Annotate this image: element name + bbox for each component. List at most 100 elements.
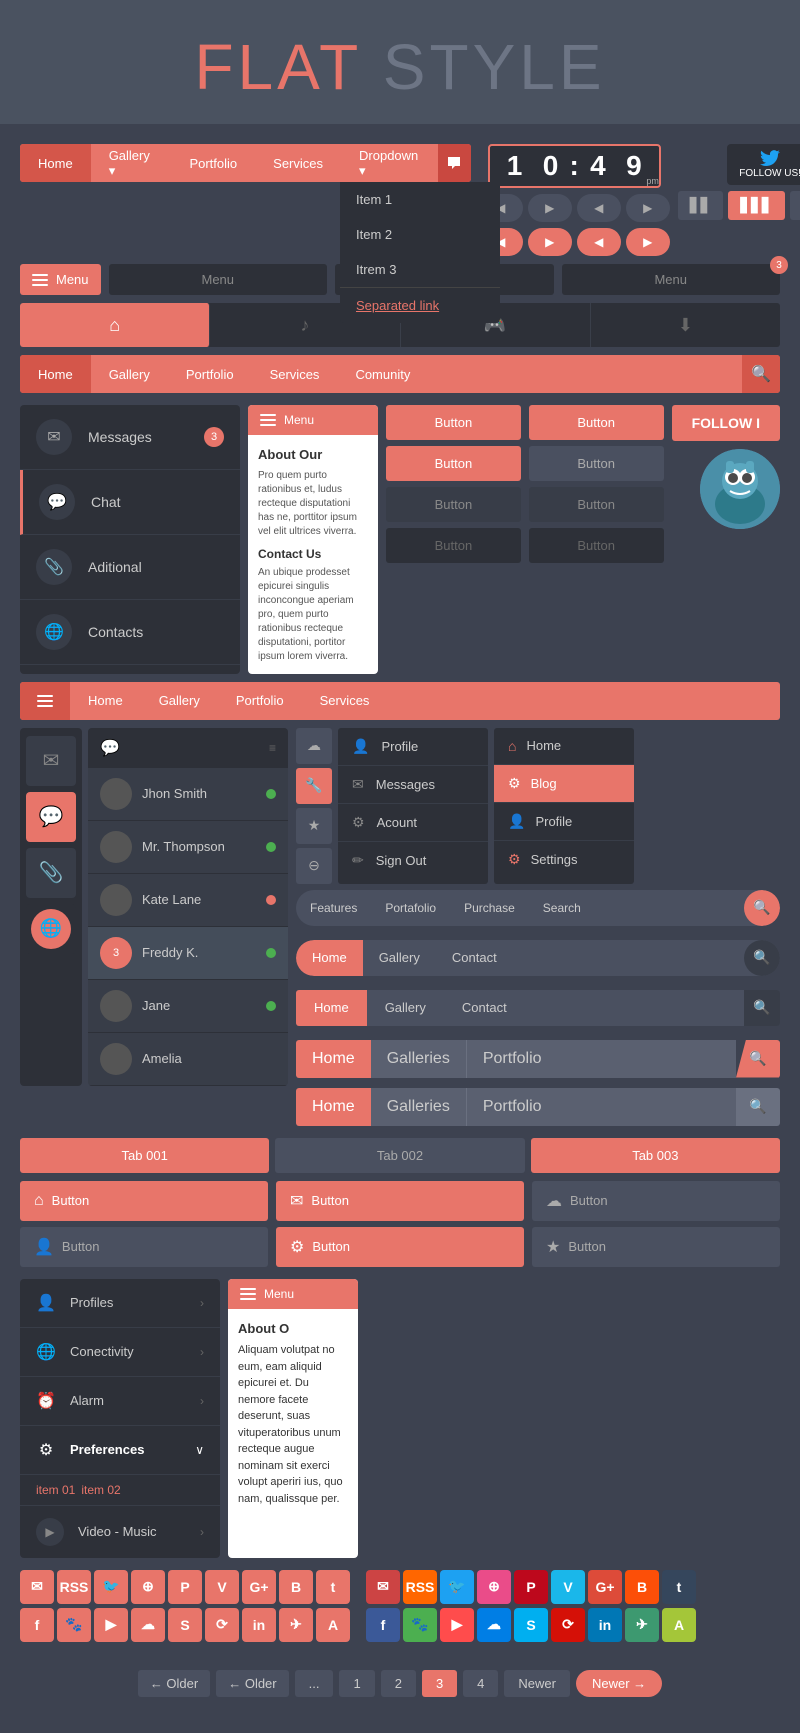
sn1-home[interactable]: Home (296, 940, 363, 976)
icon-web[interactable]: 🌐 (26, 904, 76, 954)
sidebar-chat[interactable]: 💬 Chat (20, 470, 240, 535)
pag-newer[interactable]: Newer (504, 1670, 570, 1697)
snf-home[interactable]: Home (296, 990, 367, 1026)
nav-search-btn[interactable]: 🔍 (744, 890, 780, 926)
bottom-nav-gallery[interactable]: Gallery (141, 682, 218, 720)
rm-home[interactable]: ⌂ Home (494, 728, 634, 765)
prof-menu-profile[interactable]: 👤 Profile (338, 728, 488, 766)
sidebar-messages[interactable]: ✉ Messages 3 (20, 405, 240, 470)
btn-darker-2[interactable]: Button (529, 487, 664, 522)
soc-pinterest-col[interactable]: P (514, 1570, 548, 1604)
soc-gplus-dark[interactable]: G+ (242, 1570, 276, 1604)
fn2-home[interactable]: Home (296, 1088, 371, 1126)
nav2-home[interactable]: Home (20, 355, 91, 393)
media-play-red[interactable]: ▶ (528, 228, 572, 256)
sn1-search-btn[interactable]: 🔍 (744, 940, 780, 976)
icon-clip[interactable]: 📎 (26, 848, 76, 898)
bottom-ham-btn[interactable] (20, 682, 70, 720)
ib-mail-btn[interactable]: ✉ Button (276, 1181, 524, 1221)
nav2-comunity[interactable]: Comunity (337, 355, 428, 393)
menu-btn-3[interactable]: Menu 3 (562, 264, 780, 295)
portafolio-item[interactable]: Portafolio (371, 890, 450, 926)
bottom-nav-home[interactable]: Home (70, 682, 141, 720)
soc-linkedin-dark[interactable]: in (242, 1608, 276, 1642)
prof-icon-star[interactable]: ★ (296, 808, 332, 844)
pag-newer-arrow[interactable]: Newer → (576, 1670, 662, 1697)
prof-menu-signout[interactable]: ✏ Sign Out (338, 842, 488, 879)
chat-icon-btn[interactable] (438, 144, 471, 182)
btn-dark-1[interactable]: Button (529, 446, 664, 481)
dd-item-2[interactable]: Item 2 (340, 217, 500, 252)
fn2-portfolio[interactable]: Portfolio (467, 1088, 558, 1126)
search-item[interactable]: Search (529, 890, 595, 926)
chat-item-6[interactable]: Amelia (88, 1033, 288, 1086)
pag-older-arrow[interactable]: ← Older (138, 1670, 210, 1697)
dd-separated-link[interactable]: Separated link (340, 288, 500, 323)
snf-search-btn[interactable]: 🔍 (744, 990, 780, 1026)
soc-mail-col[interactable]: ✉ (366, 1570, 400, 1604)
tab-002[interactable]: Tab 002 (275, 1138, 524, 1173)
media-play[interactable]: ▶ (528, 194, 572, 222)
soc-dribbble-dark[interactable]: ⊕ (131, 1570, 165, 1604)
dd-item-1[interactable]: Item 1 (340, 182, 500, 217)
soc-dropbox-dark[interactable]: ☁ (131, 1608, 165, 1642)
dd-item-3[interactable]: Itrem 3 (340, 252, 500, 287)
prof-icon-minus[interactable]: ⊖ (296, 848, 332, 884)
icon-chat-active[interactable]: 💬 (26, 792, 76, 842)
settings-connectivity[interactable]: 🌐 Conectivity › (20, 1328, 220, 1377)
sidebar-contacts[interactable]: 🌐 Contacts (20, 600, 240, 665)
nav-dropdown[interactable]: Dropdown ▾ (341, 144, 438, 182)
soc-paw-col[interactable]: 🐾 (403, 1608, 437, 1642)
soc-fb-col[interactable]: f (366, 1608, 400, 1642)
chat-item-5[interactable]: Jane (88, 980, 288, 1033)
nav-gallery[interactable]: Gallery ▾ (91, 144, 172, 182)
soc-blogger-dark[interactable]: B (279, 1570, 313, 1604)
btn-red-1[interactable]: Button (386, 405, 521, 440)
media-prev2[interactable]: ◀ (577, 194, 621, 222)
soc-yt-dark[interactable]: ▶ (94, 1608, 128, 1642)
soc-skype-dark[interactable]: S (168, 1608, 202, 1642)
soc-skype-col[interactable]: S (514, 1608, 548, 1642)
soc-twitter-col[interactable]: 🐦 (440, 1570, 474, 1604)
pag-1[interactable]: 1 (339, 1670, 374, 1697)
media-play2[interactable]: ▶ (626, 194, 670, 222)
fn1-portfolio[interactable]: Portfolio (467, 1040, 558, 1078)
fn1-home[interactable]: Home (296, 1040, 371, 1078)
view-list1[interactable]: ▋▋ (678, 191, 724, 220)
soc-blogger-col[interactable]: B (625, 1570, 659, 1604)
tab-003[interactable]: Tab 003 (531, 1138, 780, 1173)
sub-item-01[interactable]: item 01 (36, 1483, 75, 1497)
btn-darkest-2[interactable]: Button (529, 528, 664, 563)
settings-preferences[interactable]: ⚙ Preferences ∨ (20, 1426, 220, 1475)
view-list3[interactable]: ≡ (790, 191, 800, 220)
chat-item-2[interactable]: Mr. Thompson (88, 821, 288, 874)
btn-darkest-1[interactable]: Button (386, 528, 521, 563)
fn1-search[interactable]: 🔍 (736, 1040, 780, 1078)
soc-tumblr-dark[interactable]: t (316, 1570, 350, 1604)
soc-rss-dark[interactable]: RSS (57, 1570, 91, 1604)
media-play-red2[interactable]: ▶ (626, 228, 670, 256)
pag-4[interactable]: 4 (463, 1670, 498, 1697)
bottom-nav-portfolio[interactable]: Portfolio (218, 682, 302, 720)
btn-red-3[interactable]: Button (386, 446, 521, 481)
soc-gplus-col[interactable]: G+ (588, 1570, 622, 1604)
twitter-follow[interactable]: FOLLOW US! (727, 144, 800, 185)
features-item[interactable]: Features (296, 890, 371, 926)
soc-rss-col[interactable]: RSS (403, 1570, 437, 1604)
sn1-gallery[interactable]: Gallery (363, 940, 436, 976)
snf-gallery[interactable]: Gallery (367, 990, 444, 1026)
soc-lastfm-col[interactable]: ⟳ (551, 1608, 585, 1642)
soc-vimeo-col[interactable]: V (551, 1570, 585, 1604)
nav2-gallery[interactable]: Gallery (91, 355, 168, 393)
purchase-item[interactable]: Purchase (450, 890, 529, 926)
prof-menu-account[interactable]: ⚙ Acount (338, 804, 488, 842)
btn-darker-1[interactable]: Button (386, 487, 521, 522)
soc-dropbox-col[interactable]: ☁ (477, 1608, 511, 1642)
soc-pinterest-dark[interactable]: P (168, 1570, 202, 1604)
nav2-search[interactable]: 🔍 (742, 355, 780, 393)
nav2-portfolio[interactable]: Portfolio (168, 355, 252, 393)
settings-video-music[interactable]: ▶ Video - Music › (20, 1505, 220, 1558)
chat-item-4[interactable]: 3 Freddy K. (88, 927, 288, 980)
media-prev-red2[interactable]: ◀ (577, 228, 621, 256)
soc-paw-dark[interactable]: 🐾 (57, 1608, 91, 1642)
